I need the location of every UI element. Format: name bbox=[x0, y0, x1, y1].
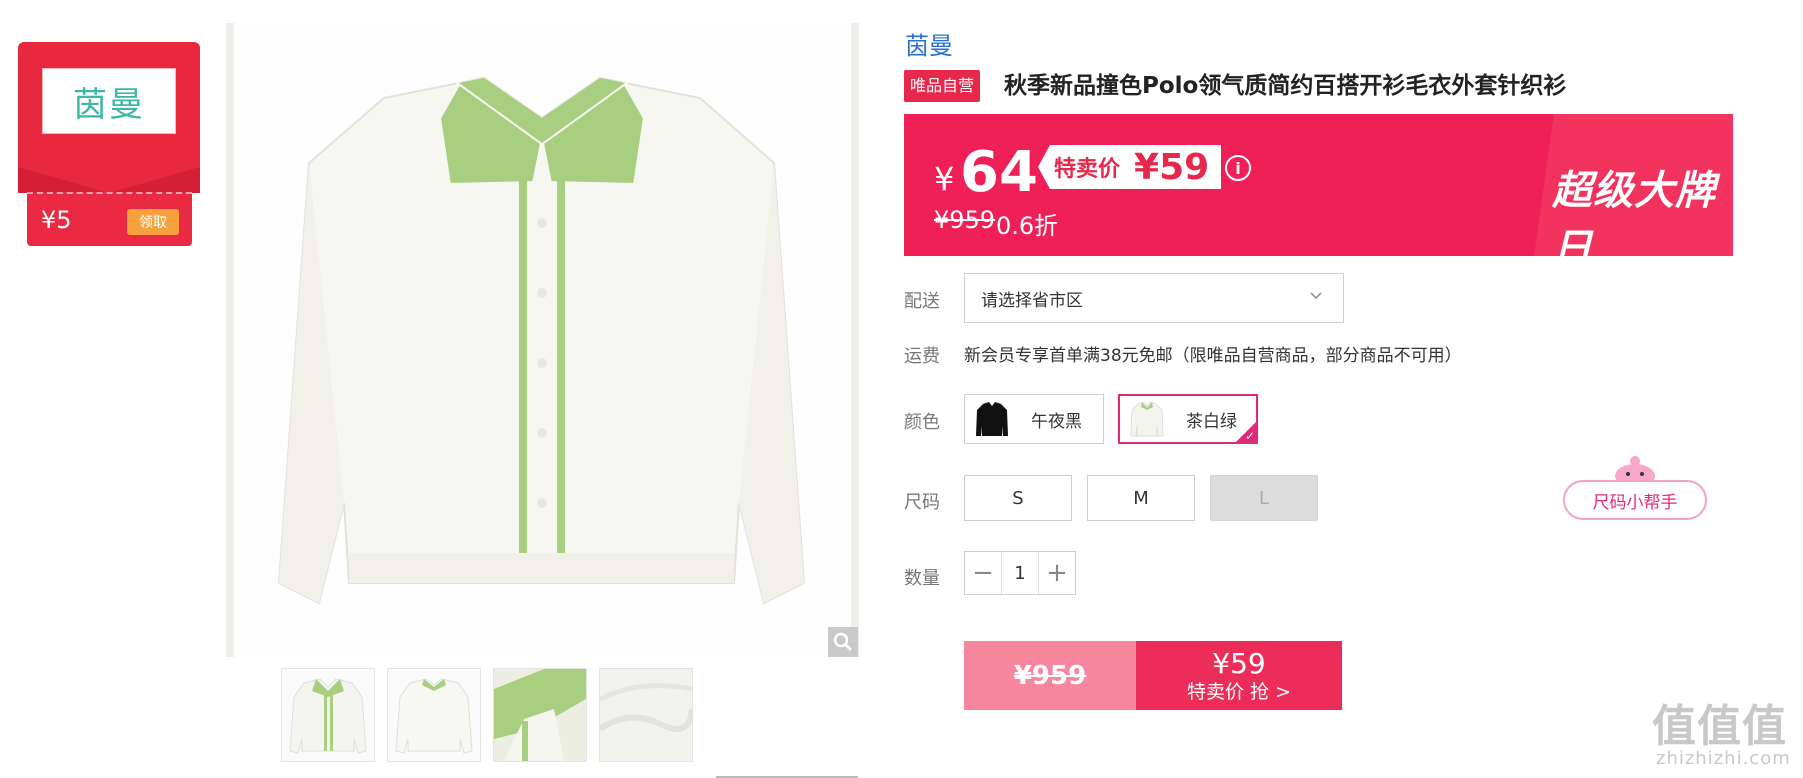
buy-original-price: ¥959 bbox=[964, 641, 1136, 710]
watermark-logo: 值值值 bbox=[1652, 701, 1787, 752]
cardigan-illustration bbox=[277, 76, 806, 605]
sale-price-label: 特卖价 bbox=[1054, 157, 1121, 182]
shipping-label: 配送 bbox=[904, 291, 940, 312]
buy-sale-price: ¥59 bbox=[1212, 646, 1266, 680]
info-icon[interactable]: i bbox=[1225, 155, 1251, 181]
region-select-value: 请选择省市区 bbox=[981, 290, 1083, 311]
price-currency: ¥ bbox=[934, 160, 955, 198]
coupon: ¥5 领取 bbox=[27, 192, 192, 246]
freight-text: 新会员专享首单满38元免邮（限唯品自营商品，部分商品不可用） bbox=[964, 346, 1462, 366]
coupon-amount: ¥5 bbox=[41, 206, 72, 234]
size-option-l: L bbox=[1210, 475, 1318, 521]
current-price: 64 bbox=[960, 140, 1038, 205]
minus-icon[interactable]: − bbox=[965, 552, 1001, 594]
quantity-label: 数量 bbox=[904, 568, 940, 589]
promo-title: 超级大牌日 bbox=[1552, 168, 1716, 256]
white-green-cardigan-swatch bbox=[1130, 401, 1164, 437]
thumbnail-collar-detail[interactable] bbox=[493, 668, 587, 762]
size-option-s[interactable]: S bbox=[964, 475, 1072, 521]
thumbnail-fabric-image bbox=[598, 669, 695, 761]
freight-label: 运费 bbox=[904, 346, 940, 367]
color-option-label: 午夜黑 bbox=[1031, 411, 1082, 432]
region-select[interactable]: 请选择省市区 bbox=[964, 273, 1344, 323]
brand-logo[interactable]: 茵曼 bbox=[42, 68, 176, 134]
discount-rate: 0.6折 bbox=[996, 212, 1059, 240]
brand-card[interactable]: 茵曼 bbox=[18, 42, 200, 193]
magnifier-icon bbox=[833, 632, 853, 652]
thumbnail-back-image bbox=[395, 678, 473, 754]
price-banner: ¥ 64 特卖价 ¥59 i ¥959 0.6折 超级大牌日 bbox=[904, 114, 1733, 256]
claim-coupon-button[interactable]: 领取 bbox=[127, 209, 179, 235]
zoom-button[interactable] bbox=[828, 627, 858, 657]
size-option-m[interactable]: M bbox=[1087, 475, 1195, 521]
color-label: 颜色 bbox=[904, 412, 940, 433]
thumbnail-front-image bbox=[289, 678, 367, 754]
size-helper-button[interactable]: 尺码小帮手 bbox=[1563, 480, 1707, 520]
checkmark-icon: ✓ bbox=[1244, 429, 1255, 443]
buy-action-label: 特卖价 抢 > bbox=[1187, 680, 1291, 703]
size-label: 尺码 bbox=[904, 492, 940, 513]
plus-icon[interactable]: + bbox=[1039, 552, 1075, 594]
self-operated-badge: 唯品自营 bbox=[904, 70, 981, 102]
main-product-image[interactable] bbox=[226, 23, 859, 657]
thumbnail-back[interactable] bbox=[387, 668, 481, 762]
product-title: 秋季新品撞色Polo领气质简约百搭开衫毛衣外套针织衫 bbox=[1004, 73, 1567, 99]
thumbnail-front[interactable] bbox=[281, 668, 375, 762]
sale-price-value: ¥59 bbox=[1134, 146, 1210, 188]
original-price: ¥959 bbox=[934, 206, 996, 234]
thumbnail-fabric-detail[interactable] bbox=[598, 668, 695, 762]
color-option-label: 茶白绿 bbox=[1186, 411, 1237, 432]
color-option-midnight-black[interactable]: 午夜黑 bbox=[964, 394, 1104, 444]
color-option-tea-white-green[interactable]: 茶白绿 ✓ bbox=[1118, 394, 1258, 444]
sale-price-tag: 特卖价 ¥59 bbox=[1038, 145, 1222, 189]
black-cardigan-swatch bbox=[976, 402, 1008, 436]
brand-logo-text: 茵曼 bbox=[73, 84, 145, 125]
thumbnail-collar-image bbox=[494, 669, 586, 761]
quantity-stepper: − 1 + bbox=[964, 551, 1076, 595]
brand-link[interactable]: 茵曼 bbox=[905, 26, 953, 61]
buy-sale-block: ¥59 特卖价 抢 > bbox=[1136, 641, 1342, 710]
buy-now-button[interactable]: ¥959 ¥59 特卖价 抢 > bbox=[964, 641, 1342, 710]
watermark-url: zhizhizhi.com bbox=[1656, 748, 1791, 769]
quantity-value[interactable]: 1 bbox=[1001, 552, 1039, 594]
chevron-down-icon bbox=[1309, 288, 1323, 306]
